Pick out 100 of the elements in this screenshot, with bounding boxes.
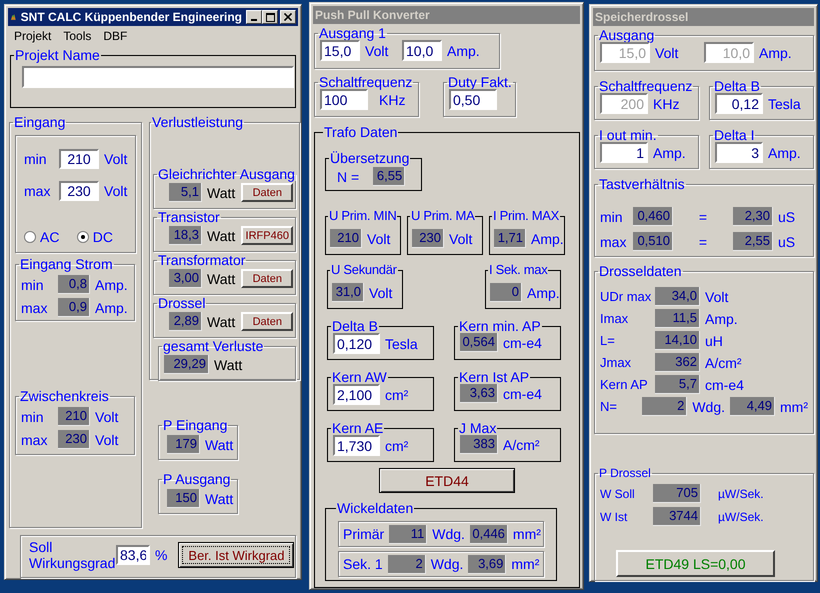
output-value: 1,71 [494, 229, 526, 248]
unit-label: Tesla [385, 336, 418, 352]
input-field[interactable]: 210 [59, 149, 99, 169]
action-button[interactable]: Daten [241, 269, 294, 288]
field-label: max [21, 432, 48, 448]
close-icon [284, 13, 292, 21]
group-title: J Max [458, 421, 498, 435]
unit-label: Watt [205, 490, 234, 506]
group-title: U Sekundär [330, 263, 398, 277]
unit-label: Volt [367, 230, 390, 246]
group-title: Trafo Daten [323, 125, 398, 139]
input-field[interactable]: 0,12 [715, 93, 763, 114]
output-value: 3744 [653, 507, 701, 526]
group-title: Eingang Strom [19, 257, 114, 271]
input-field[interactable]: 100 [320, 89, 368, 110]
input-field[interactable]: 230 [59, 181, 99, 201]
unit-label: Volt [95, 408, 118, 424]
field-label: min [21, 276, 45, 292]
group-title: Drossel [157, 296, 206, 310]
input-field[interactable]: 2,100 [333, 384, 380, 405]
unit-label: mm² [780, 398, 808, 414]
minimize-button[interactable] [246, 10, 262, 24]
unit-label: Volt [705, 288, 728, 304]
output-value: 6,55 [373, 167, 406, 186]
field-label: N = [337, 168, 360, 184]
output-value: 0,446 [470, 524, 508, 544]
field-label: Kern AP [600, 377, 649, 392]
output-value: 0 [490, 283, 522, 302]
output-value: 3,63 [460, 384, 498, 403]
output-value: 5,1 [169, 183, 202, 202]
unit-label: uS [778, 234, 796, 250]
input-field[interactable]: 0,120 [333, 333, 380, 354]
unit-label: cm-e4 [503, 334, 542, 350]
unit-label: Amp. [527, 284, 560, 300]
window-title: SNT CALC Küppenbender Engineering [20, 10, 242, 24]
input-field[interactable]: 3 [715, 142, 763, 163]
unit-label: A/cm² [503, 436, 540, 452]
unit-label: cm² [385, 386, 408, 402]
group-title: Transistor [157, 210, 221, 224]
menu-item[interactable]: Projekt [8, 29, 58, 43]
field-label: max [21, 300, 48, 316]
menu-item[interactable]: DBF [97, 29, 134, 43]
field-label: Primär [343, 526, 384, 542]
output-value: 179 [167, 435, 200, 454]
group-title: Schaltfrequenz [318, 75, 414, 89]
unit-label: Amp. [759, 44, 793, 60]
group-title: I Sek. max [488, 263, 548, 277]
unit-label: Tesla [768, 96, 801, 112]
input-field[interactable]: 0,50 [449, 89, 497, 110]
group-title: Übersetzung [329, 151, 410, 165]
output-value: 0,564 [460, 333, 498, 352]
group-title: Drosseldaten [598, 264, 682, 278]
unit-label: Watt [205, 436, 234, 452]
action-button[interactable]: ETD44 [379, 468, 515, 493]
output-value: 230 [58, 430, 90, 449]
output-value: 2,89 [169, 312, 202, 331]
output-value: 210 [330, 229, 362, 248]
unit-label: Volt [655, 44, 680, 60]
close-button[interactable] [280, 10, 296, 24]
output-value: 2 [388, 554, 426, 574]
action-button[interactable]: Daten [241, 312, 294, 331]
output-value: 362 [655, 353, 700, 372]
group-title: Transformator [157, 253, 246, 267]
action-button[interactable]: IRFP460 [241, 226, 294, 245]
output-value: 0,460 [633, 207, 673, 226]
field-label: Jmax [600, 355, 632, 370]
input-field[interactable]: 1 [600, 142, 648, 163]
group-title: Ausgang 1 [318, 26, 387, 40]
menu-item[interactable]: Tools [57, 29, 98, 43]
unit-label: Watt [207, 270, 236, 286]
radio-button[interactable]: DC [76, 229, 113, 245]
unit-label: Amp. [531, 230, 564, 246]
group-title: P Eingang [162, 418, 228, 432]
field-label: L= [600, 333, 616, 348]
action-button[interactable]: Daten [241, 183, 294, 202]
output-value: 11,5 [655, 309, 700, 328]
radio-button[interactable]: AC [24, 229, 60, 245]
input-field[interactable]: 1,730 [333, 435, 380, 456]
group-title: Gleichrichter Ausgang [157, 167, 296, 181]
unit-label: cm² [385, 438, 408, 454]
input-field[interactable]: 15,0 [320, 40, 360, 61]
output-value: 18,3 [169, 226, 202, 245]
field-label: Imax [600, 311, 630, 326]
group-title: Zwischenkreis [19, 389, 110, 403]
input-field[interactable] [22, 66, 294, 88]
output-value: 0,9 [58, 298, 90, 317]
field-label: max [24, 183, 52, 199]
unit-label: µW/Sek. [718, 510, 764, 524]
unit-label: Watt [207, 228, 236, 244]
input-field[interactable]: 10,0 [402, 40, 442, 61]
output-value: 11 [389, 524, 428, 544]
unit-label: Watt [214, 356, 242, 372]
action-button[interactable]: Ber. Ist Wirkgrad [178, 542, 294, 568]
group-title: Duty Fakt. [447, 75, 513, 89]
unit-label: Wdg. [432, 526, 465, 542]
unit-label: Volt [104, 151, 128, 167]
maximize-button[interactable] [262, 10, 278, 24]
group-title: gesamt Verluste [162, 339, 264, 353]
unit-label: A/cm² [705, 354, 742, 370]
output-value: 31,0 [332, 283, 364, 302]
